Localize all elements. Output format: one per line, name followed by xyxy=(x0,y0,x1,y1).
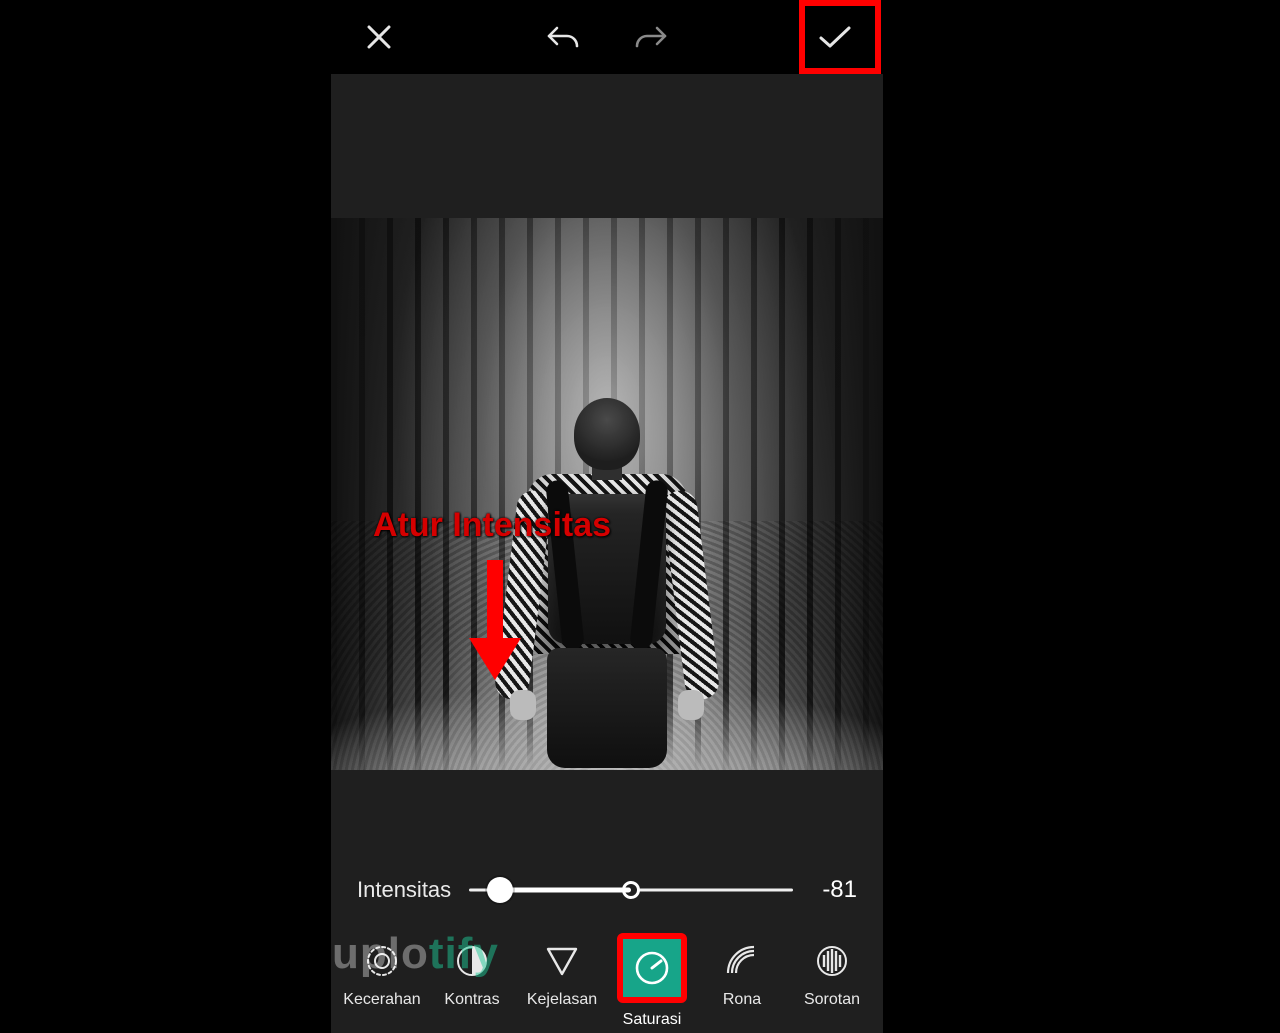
tool-label: Kejelasan xyxy=(527,991,597,1009)
checkmark-icon xyxy=(817,22,853,52)
tool-contrast[interactable]: Kontras xyxy=(430,933,514,1009)
image-preview-area[interactable]: Atur Intensitas xyxy=(331,74,883,853)
top-action-bar xyxy=(331,0,883,74)
brightness-icon xyxy=(360,939,404,983)
redo-icon xyxy=(633,22,669,52)
tool-label: Kontras xyxy=(444,991,499,1009)
tool-brightness[interactable]: Kecerahan xyxy=(340,933,424,1009)
image-preview xyxy=(331,218,883,770)
adjust-tool-row: Kecerahan Kontras Kejelasan xyxy=(331,927,883,1033)
tool-label: Rona xyxy=(723,991,761,1009)
subject-silhouette xyxy=(512,398,702,768)
tool-clarity[interactable]: Kejelasan xyxy=(520,933,604,1009)
contrast-icon xyxy=(450,939,494,983)
undo-button[interactable] xyxy=(539,13,587,61)
tool-label: Sorotan xyxy=(804,991,860,1009)
slider-fill xyxy=(500,888,631,893)
saturation-icon xyxy=(617,933,687,1003)
confirm-button[interactable] xyxy=(811,13,859,61)
close-button[interactable] xyxy=(355,13,403,61)
tool-label: Saturasi xyxy=(623,1011,682,1029)
tool-hue[interactable]: Rona xyxy=(700,933,784,1009)
highlights-icon xyxy=(810,939,854,983)
slider-thumb-icon[interactable] xyxy=(487,877,513,903)
tool-label: Kecerahan xyxy=(343,991,420,1009)
editor-screen: Atur Intensitas Intensitas -81 xyxy=(331,0,883,1033)
tool-highlights[interactable]: Sorotan xyxy=(790,933,874,1009)
clarity-icon xyxy=(540,939,584,983)
hue-icon xyxy=(720,939,764,983)
intensity-slider[interactable] xyxy=(469,876,793,904)
tool-saturation[interactable]: Saturasi xyxy=(610,933,694,1029)
redo-button[interactable] xyxy=(627,13,675,61)
slider-value: -81 xyxy=(811,876,857,904)
undo-icon xyxy=(545,22,581,52)
close-icon xyxy=(364,22,394,52)
intensity-slider-row: Intensitas -81 xyxy=(331,853,883,927)
slider-label: Intensitas xyxy=(357,877,451,903)
